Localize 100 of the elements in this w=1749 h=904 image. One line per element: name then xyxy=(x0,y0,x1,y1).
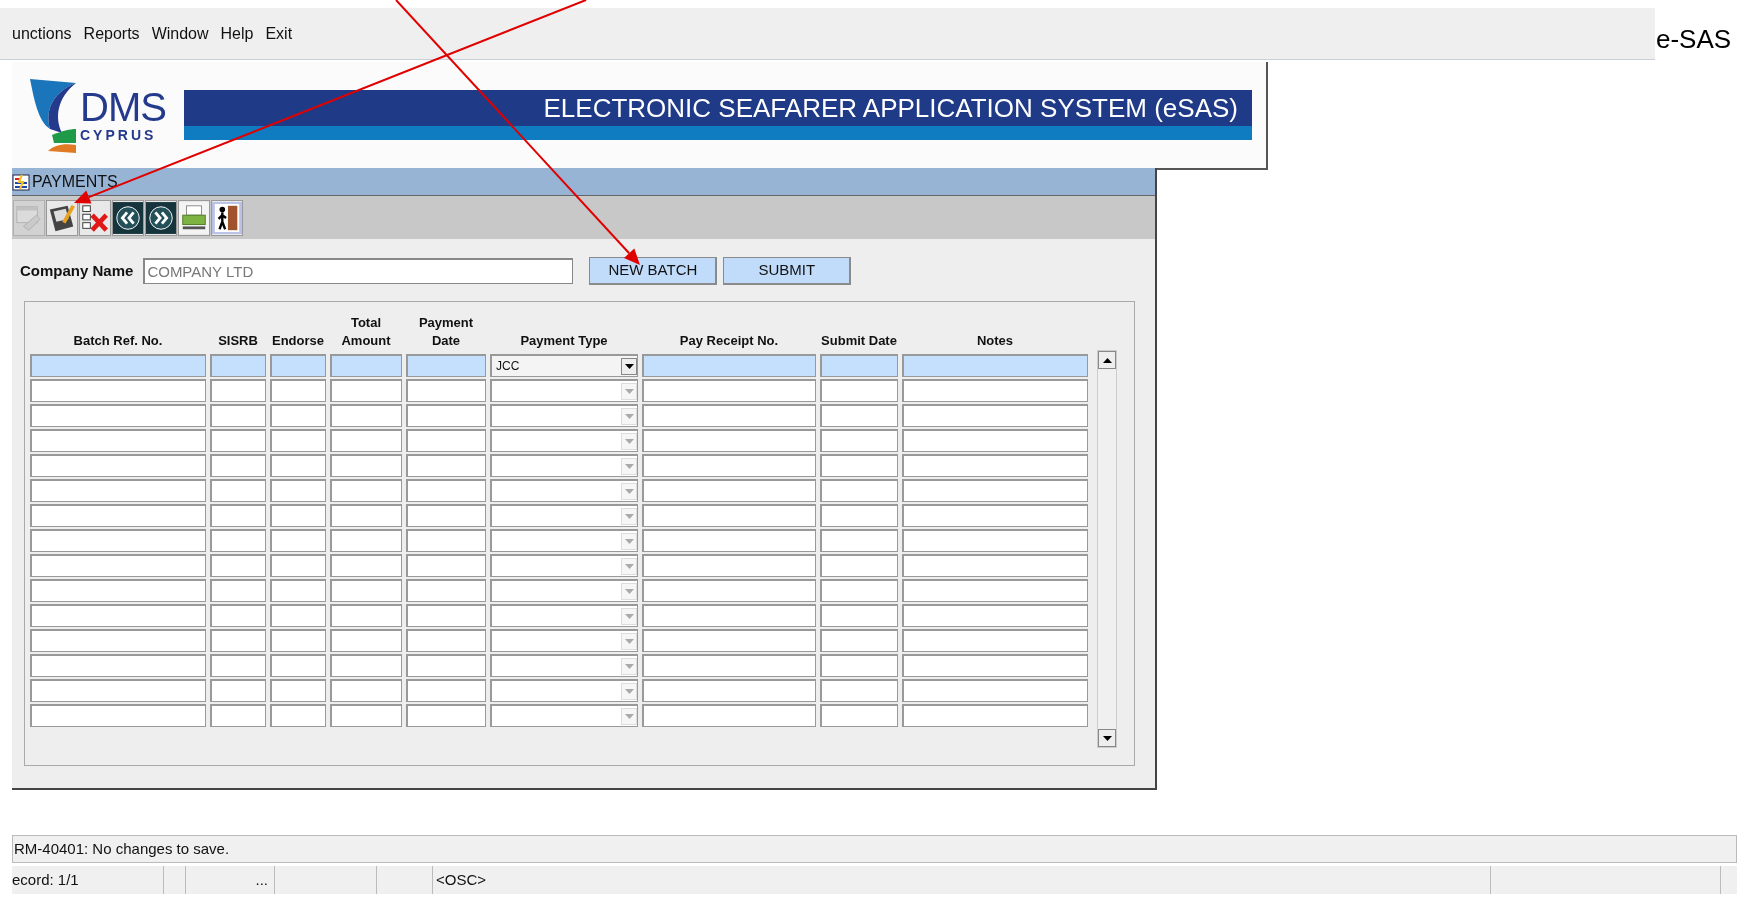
input-cell[interactable] xyxy=(270,579,326,602)
input-cell[interactable] xyxy=(30,704,206,727)
input-cell[interactable] xyxy=(210,454,266,477)
input-cell[interactable] xyxy=(406,554,486,577)
dropdown-field[interactable] xyxy=(490,454,638,477)
input-cell[interactable] xyxy=(210,629,266,652)
input-cell[interactable] xyxy=(270,554,326,577)
input-cell[interactable] xyxy=(642,504,816,527)
menu-item[interactable]: Window xyxy=(151,21,209,46)
input-cell[interactable] xyxy=(30,479,206,502)
input-cell[interactable] xyxy=(270,704,326,727)
input-cell[interactable] xyxy=(30,454,206,477)
input-cell[interactable] xyxy=(642,654,816,677)
input-cell[interactable] xyxy=(30,629,206,652)
input-cell[interactable] xyxy=(406,454,486,477)
form-button[interactable]: SUBMIT xyxy=(723,257,852,285)
input-cell[interactable] xyxy=(210,404,266,427)
input-cell[interactable] xyxy=(270,504,326,527)
input-cell[interactable] xyxy=(210,554,266,577)
input-cell[interactable] xyxy=(30,554,206,577)
input-cell[interactable] xyxy=(30,654,206,677)
input-cell[interactable] xyxy=(30,354,206,377)
input-cell[interactable] xyxy=(330,504,402,527)
input-cell[interactable] xyxy=(902,629,1088,652)
dropdown-field[interactable] xyxy=(490,504,638,527)
input-cell[interactable] xyxy=(210,504,266,527)
input-cell[interactable] xyxy=(330,529,402,552)
input-cell[interactable] xyxy=(270,379,326,402)
input-cell[interactable] xyxy=(270,604,326,627)
input-cell[interactable] xyxy=(642,479,816,502)
input-cell[interactable] xyxy=(642,579,816,602)
menu-item[interactable]: Help xyxy=(220,21,254,46)
input-cell[interactable] xyxy=(820,504,898,527)
input-cell[interactable] xyxy=(406,654,486,677)
dropdown-field[interactable] xyxy=(490,704,638,727)
input-cell[interactable] xyxy=(30,504,206,527)
input-cell[interactable] xyxy=(406,429,486,452)
input-cell[interactable] xyxy=(902,554,1088,577)
input-cell[interactable] xyxy=(642,454,816,477)
input-cell[interactable] xyxy=(406,579,486,602)
input-cell[interactable] xyxy=(270,429,326,452)
input-cell[interactable] xyxy=(270,479,326,502)
input-cell[interactable] xyxy=(642,354,816,377)
delete-record-icon[interactable] xyxy=(79,199,111,236)
input-cell[interactable] xyxy=(820,404,898,427)
scroll-up-icon[interactable] xyxy=(1098,351,1116,369)
input-cell[interactable] xyxy=(210,679,266,702)
input-cell[interactable] xyxy=(210,429,266,452)
input-cell[interactable] xyxy=(820,604,898,627)
input-cell[interactable] xyxy=(902,454,1088,477)
input-cell[interactable] xyxy=(210,479,266,502)
input-cell[interactable] xyxy=(820,479,898,502)
input-cell[interactable] xyxy=(330,404,402,427)
input-cell[interactable] xyxy=(642,604,816,627)
input-cell[interactable] xyxy=(902,704,1088,727)
input-cell[interactable] xyxy=(820,354,898,377)
dropdown-field[interactable] xyxy=(490,629,638,652)
input-cell[interactable] xyxy=(406,404,486,427)
input-cell[interactable] xyxy=(406,504,486,527)
input-cell[interactable] xyxy=(330,454,402,477)
input-cell[interactable] xyxy=(270,654,326,677)
input-cell[interactable] xyxy=(902,579,1088,602)
input-cell[interactable] xyxy=(406,679,486,702)
input-cell[interactable] xyxy=(30,404,206,427)
input-cell[interactable] xyxy=(820,704,898,727)
input-cell[interactable] xyxy=(820,379,898,402)
input-cell[interactable] xyxy=(902,429,1088,452)
input-cell[interactable] xyxy=(210,529,266,552)
input-cell[interactable] xyxy=(406,354,486,377)
dropdown-field[interactable] xyxy=(490,404,638,427)
input-cell[interactable] xyxy=(330,579,402,602)
input-cell[interactable] xyxy=(270,454,326,477)
input-cell[interactable] xyxy=(330,654,402,677)
next-icon[interactable] xyxy=(145,199,177,236)
input-cell[interactable] xyxy=(330,629,402,652)
input-cell[interactable] xyxy=(642,679,816,702)
input-cell[interactable] xyxy=(210,704,266,727)
input-cell[interactable] xyxy=(820,679,898,702)
dropdown-field[interactable] xyxy=(490,479,638,502)
printer-icon[interactable] xyxy=(178,199,210,236)
input-cell[interactable] xyxy=(406,479,486,502)
dropdown-field[interactable] xyxy=(490,529,638,552)
input-cell[interactable] xyxy=(30,679,206,702)
input-cell[interactable] xyxy=(406,704,486,727)
input-cell[interactable] xyxy=(820,529,898,552)
input-cell[interactable] xyxy=(270,629,326,652)
dropdown-field[interactable]: JCC xyxy=(490,354,638,377)
scroll-down-icon[interactable] xyxy=(1098,729,1116,747)
input-cell[interactable] xyxy=(902,379,1088,402)
input-cell[interactable] xyxy=(30,579,206,602)
input-cell[interactable] xyxy=(270,354,326,377)
dropdown-field[interactable] xyxy=(490,554,638,577)
input-cell[interactable] xyxy=(642,379,816,402)
input-cell[interactable] xyxy=(30,604,206,627)
input-cell[interactable] xyxy=(330,479,402,502)
input-cell[interactable] xyxy=(406,529,486,552)
input-cell[interactable] xyxy=(330,354,402,377)
input-cell[interactable] xyxy=(30,529,206,552)
company-name-field[interactable]: COMPANY LTD xyxy=(143,258,574,284)
input-cell[interactable] xyxy=(406,629,486,652)
